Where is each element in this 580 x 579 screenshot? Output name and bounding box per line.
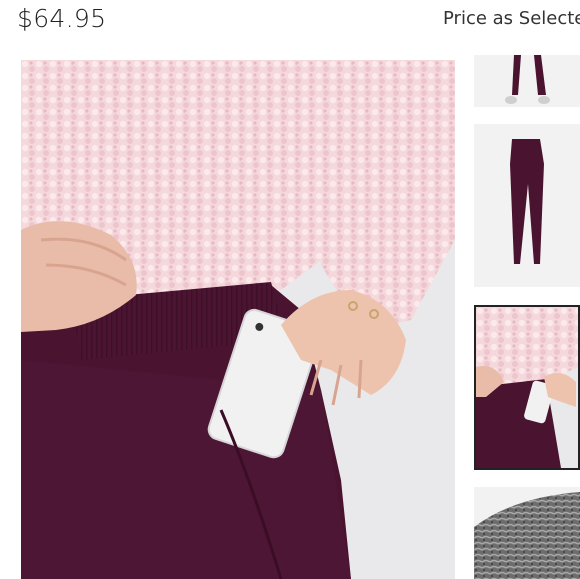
thumbnail-4[interactable]: [474, 487, 580, 579]
thumbnail-3-selected[interactable]: [474, 305, 580, 470]
price-note: Price as Selected: [443, 8, 580, 29]
thumbnail-2[interactable]: [474, 124, 580, 287]
product-price: $64.95: [17, 4, 107, 33]
thumbnail-1[interactable]: [474, 55, 580, 107]
main-product-image[interactable]: [21, 60, 455, 579]
